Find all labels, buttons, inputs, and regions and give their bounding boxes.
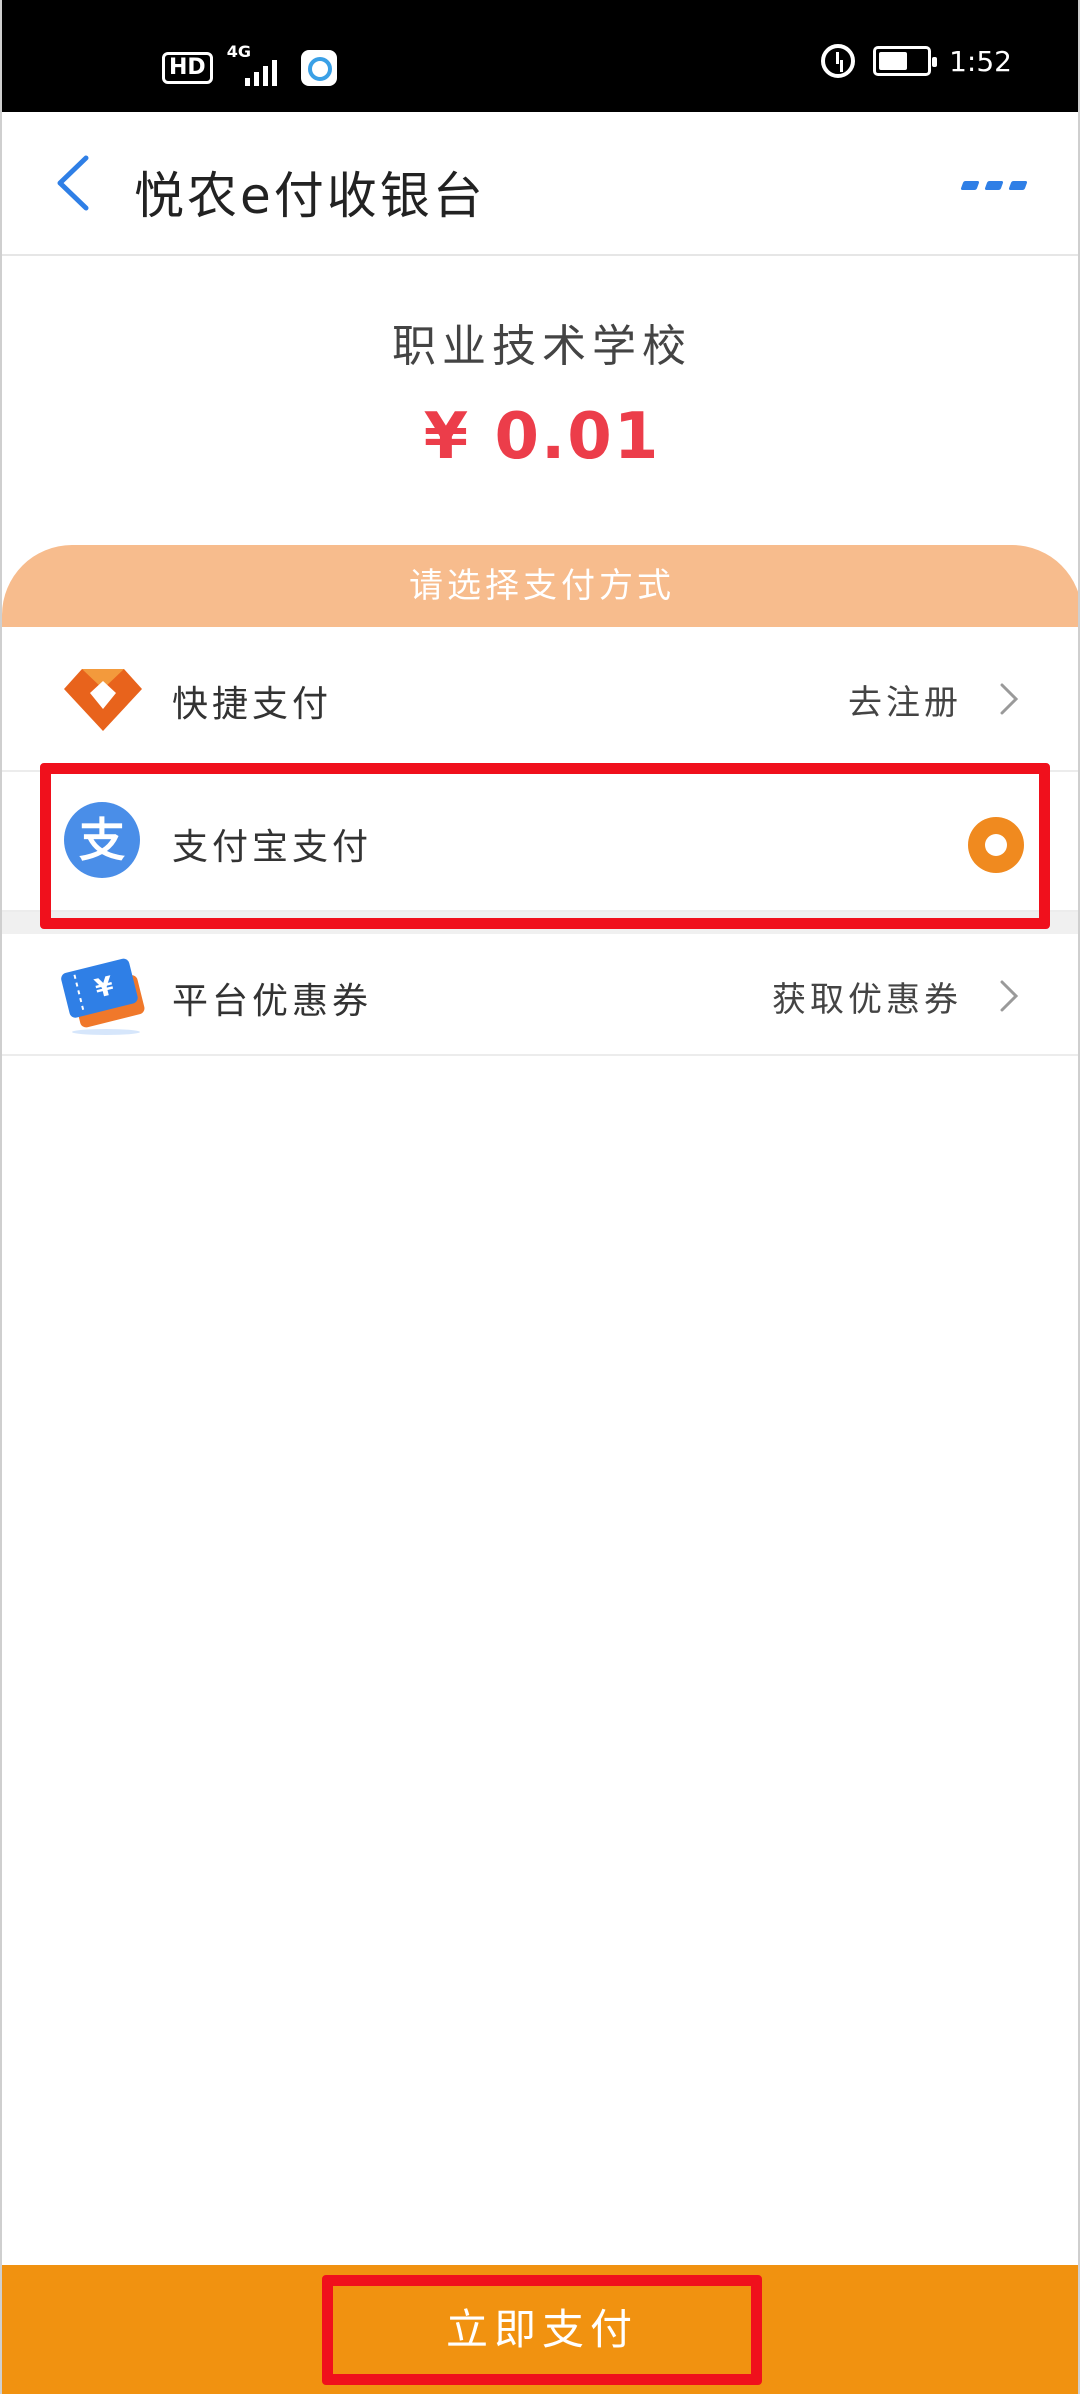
quick-pay-label: 快捷支付 bbox=[172, 684, 333, 725]
coupon-label: 平台优惠券 bbox=[172, 981, 373, 1022]
chevron-left-icon bbox=[57, 155, 89, 211]
app-notification-icon bbox=[300, 50, 337, 86]
quick-pay-icon bbox=[64, 669, 142, 731]
register-link[interactable]: 去注册 bbox=[848, 675, 962, 724]
signal-icon: 4G bbox=[227, 42, 287, 88]
quick-pay-option[interactable]: 快捷支付 去注册 bbox=[2, 627, 1078, 772]
get-coupon-link[interactable]: 获取优惠券 bbox=[772, 972, 962, 1021]
status-left: HD 4G bbox=[162, 42, 337, 88]
payment-method-header: 请选择支付方式 bbox=[2, 545, 1078, 627]
chevron-right-icon bbox=[994, 679, 1024, 719]
alipay-highlight-box bbox=[40, 763, 1050, 929]
network-label: 4G bbox=[226, 42, 251, 61]
screen: HD 4G 1:52 悦农e付收银台 职业技术学校 ¥ 0.01 请选择支付方式… bbox=[0, 0, 1080, 2394]
hd-icon: HD bbox=[162, 52, 213, 84]
alarm-icon bbox=[821, 44, 856, 78]
app-header: 悦农e付收银台 bbox=[2, 112, 1078, 256]
more-button[interactable] bbox=[960, 170, 1032, 200]
page-title: 悦农e付收银台 bbox=[134, 167, 486, 225]
payment-amount: ¥ 0.01 bbox=[423, 400, 661, 474]
signal-bars bbox=[244, 60, 277, 86]
status-time: 1:52 bbox=[949, 44, 1012, 78]
battery-icon bbox=[873, 46, 938, 76]
back-button[interactable] bbox=[42, 148, 112, 218]
coupon-icon: ¥ bbox=[61, 958, 145, 1035]
status-bar: HD 4G 1:52 bbox=[2, 0, 1078, 112]
more-dot-icon bbox=[1008, 180, 1028, 190]
battery-fill bbox=[879, 52, 908, 70]
merchant-name: 职业技术学校 bbox=[392, 321, 692, 372]
chevron-right-icon bbox=[994, 976, 1024, 1016]
more-dot-icon bbox=[984, 180, 1004, 190]
status-right: 1:52 bbox=[821, 44, 1012, 78]
pay-highlight-box bbox=[322, 2275, 762, 2385]
coupon-option[interactable]: ¥ 平台优惠券 获取优惠券 bbox=[2, 934, 1078, 1056]
more-dot-icon bbox=[960, 180, 980, 190]
